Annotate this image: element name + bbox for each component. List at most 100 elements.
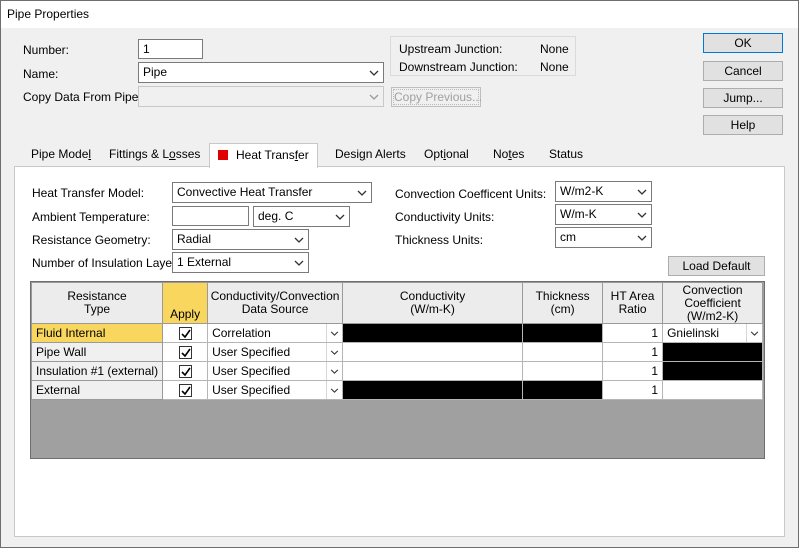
resistance-geometry-select[interactable]: Radial: [172, 229, 309, 250]
copy-data-combobox[interactable]: [138, 86, 384, 107]
copy-previous-label: Copy Previous...: [393, 89, 483, 105]
help-button[interactable]: Help: [703, 115, 783, 135]
resistance-table: Resistance Type Apply Conductivity/Convec…: [31, 282, 764, 400]
thickness-cell[interactable]: [522, 361, 604, 381]
load-default-button[interactable]: Load Default: [668, 256, 765, 276]
apply-checkbox[interactable]: [178, 346, 192, 360]
chevron-down-icon[interactable]: [746, 324, 762, 342]
data-source-cell[interactable]: User Specified: [207, 380, 344, 400]
apply-checkbox[interactable]: [178, 327, 192, 341]
table-row: Insulation #1 (external) User Specified …: [31, 361, 764, 381]
copy-previous-button[interactable]: Copy Previous...: [391, 87, 483, 107]
apply-cell[interactable]: [162, 342, 209, 362]
convection-coefficient-cell: [662, 342, 764, 362]
downstream-junction-value: None: [540, 60, 569, 74]
apply-checkbox[interactable]: [178, 365, 192, 379]
pipe-properties-dialog: Pipe Properties Number: 1 Name: Pipe Cop…: [0, 0, 799, 548]
thickness-cell[interactable]: [522, 342, 604, 362]
ht-area-ratio-cell[interactable]: 1: [602, 361, 664, 381]
name-label: Name:: [23, 67, 59, 81]
heat-transfer-model-label: Heat Transfer Model:: [32, 186, 145, 200]
convection-coefficient-cell[interactable]: [662, 380, 764, 400]
header-thickness: Thickness (cm): [522, 282, 604, 324]
upstream-junction-value: None: [540, 42, 569, 56]
window-title: Pipe Properties: [1, 1, 798, 28]
row-type-cell[interactable]: External: [31, 380, 164, 400]
chevron-down-icon[interactable]: [356, 188, 368, 198]
junction-info-box: Upstream Junction: None Downstream Junct…: [390, 36, 576, 76]
ht-area-ratio-cell[interactable]: 1: [602, 342, 664, 362]
chevron-down-icon[interactable]: [334, 212, 346, 222]
chevron-down-icon[interactable]: [636, 233, 648, 243]
data-source-cell[interactable]: User Specified: [207, 342, 344, 362]
upstream-junction-label: Upstream Junction:: [399, 42, 503, 56]
thickness-units-select[interactable]: cm: [555, 227, 652, 248]
row-type-cell[interactable]: Pipe Wall: [31, 342, 164, 362]
chevron-down-icon[interactable]: [293, 235, 305, 245]
ambient-temperature-label: Ambient Temperature:: [32, 210, 150, 224]
apply-checkbox[interactable]: [178, 384, 192, 398]
number-input[interactable]: 1: [138, 39, 203, 59]
chevron-down-icon[interactable]: [326, 362, 342, 380]
ambient-temperature-unit-select[interactable]: deg. C: [253, 206, 350, 227]
thickness-units-label: Thickness Units:: [395, 233, 484, 247]
thickness-cell: [522, 323, 604, 343]
conductivity-cell: [342, 380, 524, 400]
tab-fittings-losses[interactable]: Fittings & Losses: [109, 147, 200, 161]
convection-coefficient-cell[interactable]: Gnielinski: [662, 323, 764, 343]
row-type-cell[interactable]: Insulation #1 (external): [31, 361, 164, 381]
chevron-down-icon[interactable]: [368, 68, 380, 78]
name-value: Pipe: [143, 65, 168, 79]
tab-pipe-model[interactable]: Pipe Model: [31, 147, 91, 161]
check-icon: [181, 329, 191, 339]
chevron-down-icon[interactable]: [636, 210, 648, 220]
tab-notes[interactable]: Notes: [493, 147, 524, 161]
tab-status[interactable]: Status: [549, 147, 583, 161]
conductivity-units-select[interactable]: W/m-K: [555, 204, 652, 225]
row-type-cell[interactable]: Fluid Internal: [31, 323, 164, 343]
chevron-down-icon[interactable]: [636, 187, 648, 197]
chevron-down-icon[interactable]: [326, 324, 342, 342]
data-source-cell[interactable]: User Specified: [207, 361, 344, 381]
ht-area-ratio-cell[interactable]: 1: [602, 380, 664, 400]
apply-cell[interactable]: [162, 361, 209, 381]
resistance-geometry-label: Resistance Geometry:: [32, 233, 151, 247]
header-convection-coefficient: Convection Coefficient (W/m2-K): [662, 282, 764, 324]
table-row: Fluid Internal Correlation 1 Gnielinski: [31, 323, 764, 343]
chevron-down-icon[interactable]: [293, 258, 305, 268]
convection-units-select[interactable]: W/m2-K: [555, 181, 652, 202]
insulation-layers-label: Number of Insulation Layers:: [32, 256, 186, 270]
ht-area-ratio-cell[interactable]: 1: [602, 323, 664, 343]
chevron-down-icon[interactable]: [326, 381, 342, 399]
thickness-units-value: cm: [560, 230, 576, 244]
tab-strip: Pipe Model Fittings & Losses Heat Transf…: [13, 143, 786, 168]
conductivity-cell: [342, 323, 524, 343]
insulation-layers-value: 1 External: [177, 255, 232, 269]
conductivity-cell[interactable]: [342, 361, 524, 381]
header-data-source: Conductivity/Convection Data Source: [207, 282, 344, 324]
thickness-cell: [522, 380, 604, 400]
cancel-button[interactable]: Cancel: [703, 61, 783, 81]
table-row: External User Specified 1: [31, 380, 764, 400]
name-combobox[interactable]: Pipe: [138, 62, 384, 83]
tab-heat-transfer[interactable]: Heat Transfer: [209, 143, 318, 168]
heat-transfer-panel: Heat Transfer Model: Convective Heat Tra…: [14, 166, 785, 537]
tab-optional[interactable]: Optional: [424, 147, 469, 161]
data-source-cell[interactable]: Correlation: [207, 323, 344, 343]
ok-button[interactable]: OK: [703, 33, 783, 53]
check-icon: [181, 348, 191, 358]
ambient-temperature-unit-value: deg. C: [258, 209, 294, 223]
ambient-temperature-input[interactable]: [172, 206, 249, 226]
tab-design-alerts[interactable]: Design Alerts: [335, 147, 406, 161]
chevron-down-icon[interactable]: [326, 343, 342, 361]
apply-cell[interactable]: [162, 380, 209, 400]
chevron-down-icon[interactable]: [368, 92, 380, 102]
conductivity-cell[interactable]: [342, 342, 524, 362]
header-ht-area-ratio: HT Area Ratio: [602, 282, 664, 324]
resistance-geometry-value: Radial: [177, 232, 212, 246]
heat-transfer-model-select[interactable]: Convective Heat Transfer: [172, 182, 372, 203]
heat-transfer-model-value: Convective Heat Transfer: [177, 185, 313, 199]
jump-button[interactable]: Jump...: [703, 88, 783, 108]
apply-cell[interactable]: [162, 323, 209, 343]
insulation-layers-select[interactable]: 1 External: [172, 252, 309, 273]
